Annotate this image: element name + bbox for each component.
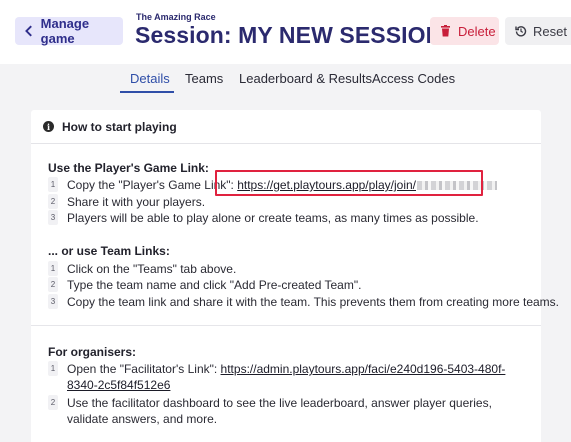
highlight-annotation xyxy=(215,170,483,196)
active-tab-indicator xyxy=(120,91,174,93)
top-header: Manage game The Amazing Race Session: MY… xyxy=(0,0,571,64)
step-text: Players will be able to play alone or cr… xyxy=(67,211,479,225)
list-item: 2 Type the team name and click "Add Pre-… xyxy=(48,277,361,293)
reset-button[interactable]: Reset xyxy=(505,17,571,45)
card-header: i How to start playing xyxy=(31,110,541,144)
tab-teams[interactable]: Teams xyxy=(185,71,223,93)
list-item: 1 Open the "Facilitator's Link": https:/… xyxy=(48,361,507,393)
manage-game-button[interactable]: Manage game xyxy=(15,16,123,46)
player-link-section-title: Use the Player's Game Link: xyxy=(48,161,209,175)
page-title: Session: MY NEW SESSION xyxy=(135,22,443,48)
tab-details[interactable]: Details xyxy=(130,71,170,93)
trash-icon xyxy=(441,25,450,37)
history-icon xyxy=(515,26,527,37)
chevron-left-icon xyxy=(25,25,32,37)
step-text: Copy the team link and share it with the… xyxy=(67,295,559,309)
section-divider xyxy=(31,325,541,326)
tab-leaderboard-results[interactable]: Leaderboard & Results xyxy=(239,71,372,93)
step-text: Copy the "Player's Game Link": xyxy=(67,178,238,192)
step-number: 3 xyxy=(48,294,58,309)
card-title: How to start playing xyxy=(62,119,177,134)
how-to-play-card: i How to start playing Use the Player's … xyxy=(31,110,559,442)
organisers-section-title: For organisers: xyxy=(48,345,137,359)
list-item: 2 Share it with your players. xyxy=(48,194,205,210)
step-number: 3 xyxy=(48,210,58,225)
step-text: Open the "Facilitator's Link": xyxy=(67,362,221,376)
delete-button[interactable]: Delete xyxy=(430,17,499,45)
tab-access-codes[interactable]: Access Codes xyxy=(372,71,455,93)
step-number: 2 xyxy=(48,277,58,292)
step-text: Share it with your players. xyxy=(67,195,206,209)
tab-bar: Details Teams Leaderboard & Results Acce… xyxy=(0,64,571,94)
step-number: 2 xyxy=(48,194,58,209)
list-item: 2 Use the facilitator dashboard to see t… xyxy=(48,395,507,427)
delete-label: Delete xyxy=(458,23,496,39)
step-number: 2 xyxy=(48,395,58,410)
step-text: Click on the "Teams" tab above. xyxy=(67,262,237,276)
list-item: 1 Click on the "Teams" tab above. xyxy=(48,261,236,277)
step-number: 1 xyxy=(48,361,58,376)
step-number: 1 xyxy=(48,261,58,276)
step-text: Use the facilitator dashboard to see the… xyxy=(67,396,492,426)
step-number: 1 xyxy=(48,177,58,192)
reset-label: Reset xyxy=(533,23,567,39)
app-name: The Amazing Race xyxy=(136,12,216,22)
info-icon: i xyxy=(43,121,54,132)
manage-game-label: Manage game xyxy=(40,16,90,46)
list-item: 3 Copy the team link and share it with t… xyxy=(48,294,559,310)
team-links-section-title: ... or use Team Links: xyxy=(48,244,170,258)
list-item: 3 Players will be able to play alone or … xyxy=(48,210,479,226)
step-text: Type the team name and click "Add Pre-cr… xyxy=(67,278,362,292)
